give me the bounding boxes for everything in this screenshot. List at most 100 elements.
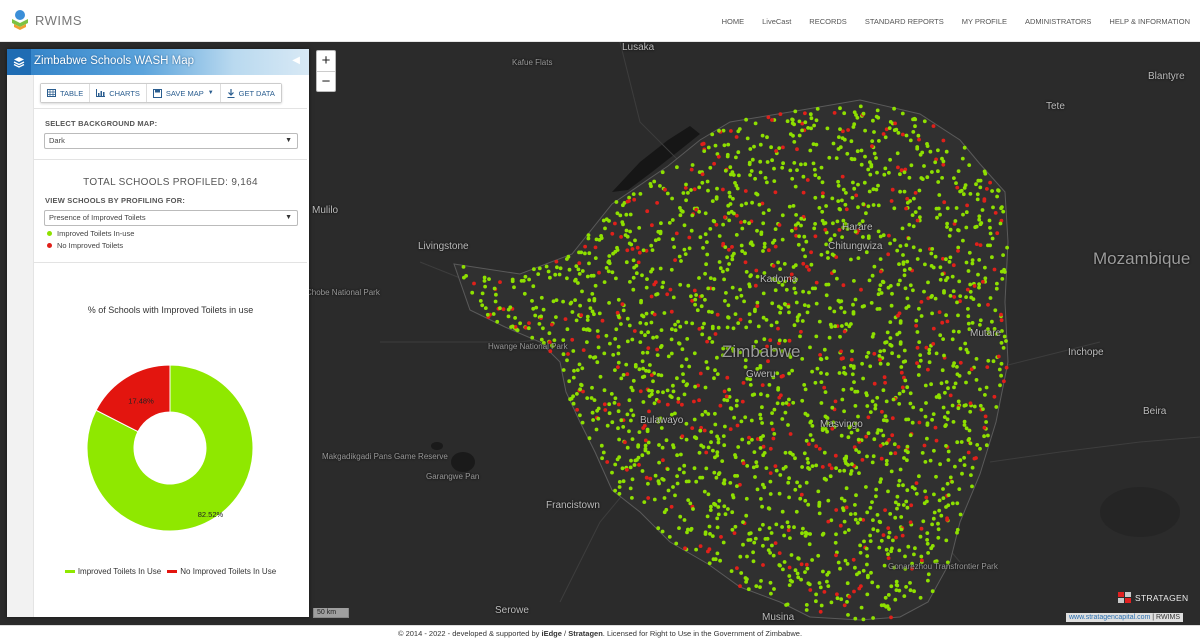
school-marker[interactable] <box>675 474 679 478</box>
school-marker[interactable] <box>697 398 701 403</box>
school-marker[interactable] <box>610 420 615 425</box>
save-map-button[interactable]: SAVE MAP ▼ <box>146 84 221 102</box>
school-marker[interactable] <box>800 531 804 536</box>
school-marker[interactable] <box>684 182 688 187</box>
school-marker[interactable] <box>849 430 854 435</box>
school-marker[interactable] <box>842 468 847 473</box>
school-marker[interactable] <box>780 165 785 170</box>
school-marker[interactable] <box>705 179 710 184</box>
school-marker[interactable] <box>961 238 965 243</box>
school-marker[interactable] <box>954 206 959 210</box>
school-marker[interactable] <box>902 189 907 194</box>
school-marker[interactable] <box>827 335 832 340</box>
school-marker[interactable] <box>754 268 759 273</box>
school-marker[interactable] <box>590 385 594 390</box>
school-marker[interactable] <box>664 507 669 512</box>
school-marker[interactable] <box>606 269 611 274</box>
school-marker[interactable] <box>677 526 681 530</box>
school-marker[interactable] <box>814 334 819 339</box>
school-marker[interactable] <box>640 359 645 364</box>
school-marker[interactable] <box>945 518 949 522</box>
school-marker[interactable] <box>686 283 691 288</box>
school-marker[interactable] <box>747 162 752 167</box>
school-marker[interactable] <box>669 267 674 272</box>
school-marker[interactable] <box>757 202 762 207</box>
school-marker[interactable] <box>792 286 797 291</box>
school-marker[interactable] <box>902 594 907 598</box>
school-marker[interactable] <box>673 493 677 498</box>
school-marker[interactable] <box>531 284 536 289</box>
school-marker[interactable] <box>733 474 737 478</box>
school-marker[interactable] <box>758 170 763 175</box>
school-marker[interactable] <box>665 292 670 297</box>
school-marker[interactable] <box>649 320 654 325</box>
school-marker[interactable] <box>585 396 590 400</box>
school-marker[interactable] <box>786 304 791 309</box>
school-marker[interactable] <box>705 240 709 245</box>
school-marker[interactable] <box>663 187 667 192</box>
school-marker[interactable] <box>751 550 755 555</box>
school-marker[interactable] <box>604 333 609 338</box>
school-marker[interactable] <box>807 542 812 547</box>
school-marker[interactable] <box>742 299 746 304</box>
school-marker[interactable] <box>801 261 806 266</box>
school-marker[interactable] <box>951 263 956 268</box>
school-marker[interactable] <box>905 444 910 449</box>
chart-legend-item-none[interactable]: No Improved Toilets In Use <box>167 567 276 576</box>
school-marker[interactable] <box>771 553 776 558</box>
school-marker[interactable] <box>955 440 960 445</box>
school-marker[interactable] <box>804 438 809 443</box>
school-marker[interactable] <box>533 313 538 318</box>
school-marker[interactable] <box>993 308 998 313</box>
school-marker[interactable] <box>759 230 764 235</box>
school-marker[interactable] <box>656 390 660 394</box>
school-marker[interactable] <box>852 279 856 283</box>
school-marker[interactable] <box>956 313 960 318</box>
school-marker[interactable] <box>918 215 922 220</box>
school-marker[interactable] <box>804 480 809 485</box>
school-marker[interactable] <box>761 543 765 548</box>
school-marker[interactable] <box>917 420 922 425</box>
school-marker[interactable] <box>646 346 651 350</box>
school-marker[interactable] <box>984 385 989 390</box>
school-marker[interactable] <box>670 218 675 222</box>
school-marker[interactable] <box>641 350 645 355</box>
school-marker[interactable] <box>870 399 875 404</box>
school-marker[interactable] <box>816 489 821 494</box>
school-marker[interactable] <box>869 301 874 305</box>
school-marker[interactable] <box>686 498 691 502</box>
school-marker[interactable] <box>793 487 798 492</box>
school-marker[interactable] <box>966 321 971 326</box>
school-marker[interactable] <box>863 154 867 159</box>
school-marker[interactable] <box>727 387 731 392</box>
school-marker[interactable] <box>595 408 599 413</box>
school-marker[interactable] <box>967 437 972 441</box>
school-marker[interactable] <box>737 173 741 178</box>
school-marker[interactable] <box>884 441 889 446</box>
school-marker[interactable] <box>958 512 963 517</box>
school-marker[interactable] <box>810 558 814 562</box>
school-marker[interactable] <box>787 565 792 570</box>
school-marker[interactable] <box>651 379 655 384</box>
school-marker[interactable] <box>799 329 803 334</box>
school-marker[interactable] <box>888 451 893 456</box>
school-marker[interactable] <box>680 434 685 439</box>
school-marker[interactable] <box>707 336 712 341</box>
school-marker[interactable] <box>870 144 874 149</box>
school-marker[interactable] <box>713 422 718 427</box>
school-marker[interactable] <box>734 155 738 160</box>
school-marker[interactable] <box>693 302 697 307</box>
school-marker[interactable] <box>891 397 896 402</box>
school-marker[interactable] <box>755 228 759 233</box>
school-marker[interactable] <box>713 411 717 416</box>
school-marker[interactable] <box>911 130 916 134</box>
school-marker[interactable] <box>870 273 875 278</box>
school-marker[interactable] <box>588 354 592 359</box>
school-marker[interactable] <box>703 232 708 237</box>
school-marker[interactable] <box>878 234 883 239</box>
school-marker[interactable] <box>805 566 810 571</box>
school-marker[interactable] <box>912 196 916 201</box>
school-marker[interactable] <box>712 277 717 282</box>
school-marker[interactable] <box>575 368 580 372</box>
school-marker[interactable] <box>803 120 808 125</box>
